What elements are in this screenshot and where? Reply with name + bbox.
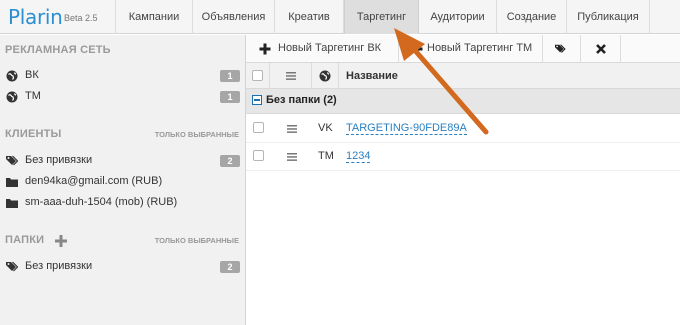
targeting-name-link[interactable]: TARGETING-90FDE89A <box>346 122 467 135</box>
folder-icon <box>6 199 18 208</box>
sidebar-item-folder-unassigned[interactable]: Без привязки 2 <box>0 257 246 277</box>
table-header: Название <box>246 63 680 89</box>
row-checkbox[interactable] <box>253 150 264 161</box>
sidebar-item-label: Без привязки <box>25 260 93 272</box>
tags-icon <box>555 44 566 53</box>
filter-selected-only-clients[interactable]: только выбранные <box>155 130 239 139</box>
sidebar-item-vk[interactable]: ВК 1 <box>0 66 246 86</box>
targeting-name-link[interactable]: 1234 <box>346 150 371 163</box>
new-targeting-vk-button[interactable]: Новый Таргетинг ВК <box>246 35 399 63</box>
count-badge: 1 <box>220 91 240 103</box>
row-checkbox[interactable] <box>253 122 264 133</box>
globe-icon <box>319 70 331 82</box>
count-badge: 1 <box>220 70 240 82</box>
tab-create[interactable]: Создание <box>497 0 567 34</box>
new-targeting-vk-label: Новый Таргетинг ВК <box>278 42 382 54</box>
sidebar-item-unassigned[interactable]: Без привязки 2 <box>0 151 246 171</box>
select-all-checkbox[interactable] <box>252 70 263 81</box>
table-row[interactable]: TM 1234 <box>246 143 680 171</box>
select-all-cell <box>246 63 270 89</box>
toolbar: Новый Таргетинг ВК Новый Таргетинг ТМ <box>246 35 680 63</box>
globe-icon <box>6 91 18 103</box>
collapse-group-icon[interactable] <box>252 95 262 105</box>
filter-selected-only-folders[interactable]: только выбранные <box>155 236 239 245</box>
section-title-clients: Клиенты <box>5 128 62 140</box>
sidebar-item-label: den94ka@gmail.com (RUB) <box>25 175 163 187</box>
tab-creative[interactable]: Креатив <box>275 0 344 34</box>
tags-icon <box>6 155 18 166</box>
globe-icon <box>6 70 18 82</box>
count-badge: 2 <box>220 155 240 167</box>
sidebar-item-client-sm-aaa[interactable]: sm-aaa-duh-1504 (mob) (RUB) <box>0 193 246 213</box>
section-title-networks: Рекламная сеть <box>5 44 111 56</box>
sidebar: Рекламная сеть ВК 1 ТМ 1 Клиенты только … <box>0 35 246 325</box>
app-logo[interactable]: Plarin Beta 2.5 <box>0 0 116 34</box>
sidebar-item-label: Без привязки <box>25 154 93 166</box>
sidebar-item-tm[interactable]: ТМ 1 <box>0 87 246 107</box>
menu-lines-icon <box>286 72 296 80</box>
top-navigation: Plarin Beta 2.5 Кампании Объявления Креа… <box>0 0 680 34</box>
drag-column-header <box>270 63 312 89</box>
group-label: Без папки (2) <box>266 94 337 106</box>
new-targeting-tm-button[interactable]: Новый Таргетинг ТМ <box>399 35 543 63</box>
row-network: VK <box>318 122 333 134</box>
tab-targeting[interactable]: Таргетинг <box>344 0 419 34</box>
name-column-header[interactable]: Название <box>346 70 398 82</box>
folder-icon <box>6 178 18 187</box>
app-name: Plarin <box>8 5 63 29</box>
add-folder-icon[interactable] <box>55 235 67 247</box>
tab-publish[interactable]: Публикация <box>567 0 650 34</box>
section-title-folders: Папки <box>5 234 45 246</box>
plus-icon <box>259 43 271 55</box>
row-network: TM <box>318 150 334 162</box>
sidebar-item-label: sm-aaa-duh-1504 (mob) (RUB) <box>25 196 178 208</box>
sidebar-item-label: ТМ <box>25 90 41 102</box>
table-row[interactable]: VK TARGETING-90FDE89A <box>246 115 680 143</box>
drag-handle-icon[interactable] <box>287 125 297 133</box>
sidebar-item-label: ВК <box>25 69 39 81</box>
tags-icon <box>6 261 18 272</box>
close-icon <box>596 44 606 54</box>
tags-button[interactable] <box>543 35 581 63</box>
drag-handle-icon[interactable] <box>287 153 297 161</box>
sidebar-item-client-den94ka[interactable]: den94ka@gmail.com (RUB) <box>0 172 246 192</box>
network-column-header[interactable] <box>312 63 339 89</box>
tab-campaigns[interactable]: Кампании <box>116 0 193 34</box>
count-badge: 2 <box>220 261 240 273</box>
plus-icon <box>411 43 423 55</box>
tab-audiences[interactable]: Аудитории <box>419 0 497 34</box>
tab-ads[interactable]: Объявления <box>193 0 275 34</box>
new-targeting-tm-label: Новый Таргетинг ТМ <box>427 42 533 54</box>
group-row[interactable]: Без папки (2) <box>246 89 680 114</box>
delete-button[interactable] <box>581 35 621 63</box>
app-version: Beta 2.5 <box>64 13 98 23</box>
